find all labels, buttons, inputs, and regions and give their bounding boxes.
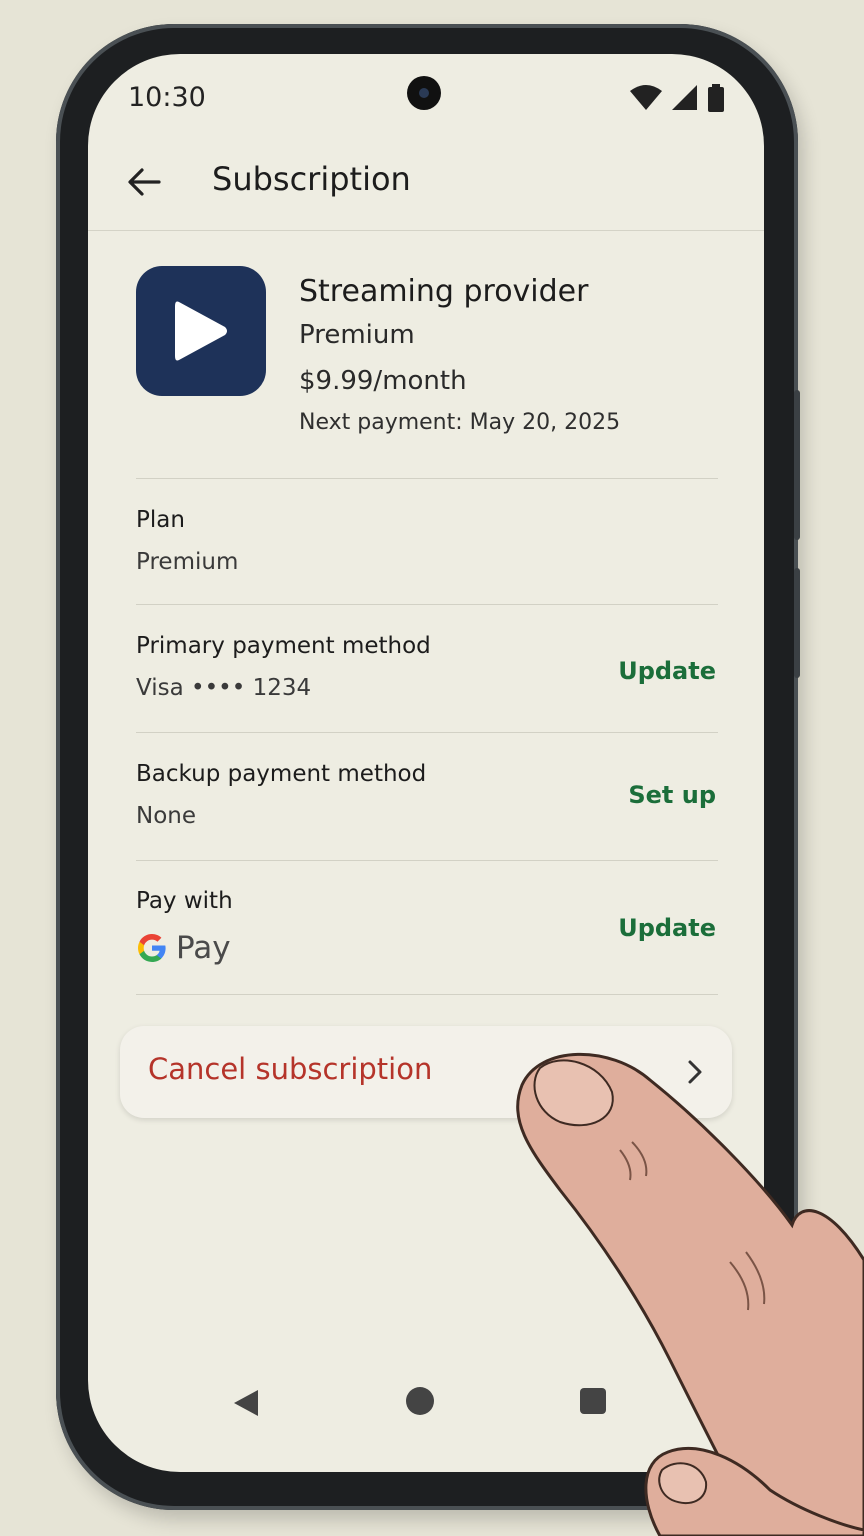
wifi-icon xyxy=(630,85,662,110)
backup-payment-value: None xyxy=(136,803,197,829)
google-g-icon xyxy=(138,934,166,962)
next-payment: Next payment: May 20, 2025 xyxy=(299,410,621,435)
cancel-subscription-label: Cancel subscription xyxy=(148,1052,433,1086)
status-icons xyxy=(630,84,724,112)
nav-home-icon[interactable] xyxy=(406,1387,434,1415)
pay-text: Pay xyxy=(176,930,231,966)
divider xyxy=(136,604,718,605)
setup-backup-payment-button[interactable]: Set up xyxy=(628,781,716,809)
signal-icon xyxy=(672,85,697,110)
plan-label: Plan xyxy=(136,507,185,533)
screen: 10:30 Subscription Streaming provider Pr… xyxy=(88,54,764,1472)
provider-name: Streaming provider xyxy=(299,274,589,309)
backup-payment-label: Backup payment method xyxy=(136,761,427,787)
divider xyxy=(136,994,718,995)
primary-payment-label: Primary payment method xyxy=(136,633,431,659)
divider xyxy=(136,478,718,479)
page-title: Subscription xyxy=(212,160,411,198)
update-primary-payment-button[interactable]: Update xyxy=(618,657,716,685)
plan-name: Premium xyxy=(299,320,415,350)
status-time: 10:30 xyxy=(128,82,206,113)
price: $9.99/month xyxy=(299,366,467,396)
play-icon xyxy=(175,301,227,361)
primary-payment-value: Visa •••• 1234 xyxy=(136,675,312,701)
divider xyxy=(136,732,718,733)
back-button[interactable] xyxy=(122,160,166,204)
nav-back-icon[interactable] xyxy=(232,1388,260,1418)
divider xyxy=(136,860,718,861)
chevron-right-icon xyxy=(688,1060,702,1084)
google-pay-logo: Pay xyxy=(136,930,231,966)
volume-button xyxy=(794,390,800,540)
app-bar: Subscription xyxy=(88,144,764,231)
battery-icon xyxy=(708,84,724,112)
pay-with-label: Pay with xyxy=(136,888,233,914)
front-camera xyxy=(407,76,441,110)
arrow-back-icon xyxy=(128,168,161,196)
power-button xyxy=(794,568,800,678)
nav-recents-icon[interactable] xyxy=(580,1388,606,1414)
update-pay-with-button[interactable]: Update xyxy=(618,914,716,942)
plan-value: Premium xyxy=(136,549,239,575)
cancel-subscription-button[interactable]: Cancel subscription xyxy=(120,1026,732,1118)
app-logo xyxy=(136,266,266,396)
